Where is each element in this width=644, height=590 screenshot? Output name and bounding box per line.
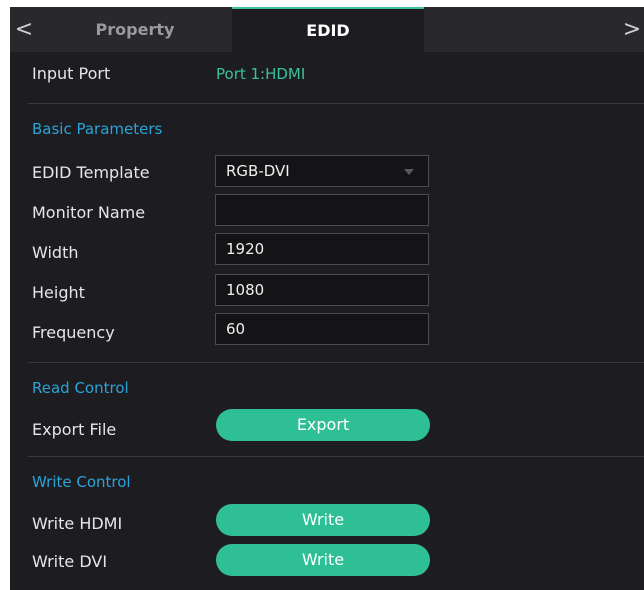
- write-hdmi-button[interactable]: Write: [216, 504, 430, 536]
- input-port-value: Port 1:HDMI: [216, 65, 306, 83]
- edid-template-label: EDID Template: [32, 163, 150, 182]
- tab-edid[interactable]: EDID: [232, 7, 424, 52]
- edid-template-select[interactable]: RGB-DVI: [215, 155, 429, 187]
- width-label: Width: [32, 243, 79, 262]
- edid-panel: < Property EDID > Input Port Port 1:HDMI…: [10, 7, 644, 590]
- divider: [28, 362, 644, 363]
- tab-bar: < Property EDID >: [10, 7, 644, 52]
- basic-parameters-heading: Basic Parameters: [32, 120, 163, 138]
- height-label: Height: [32, 283, 85, 302]
- export-file-label: Export File: [32, 420, 117, 439]
- width-field[interactable]: 1920: [215, 233, 429, 265]
- divider: [28, 456, 644, 457]
- write-dvi-label: Write DVI: [32, 552, 108, 571]
- edid-template-value: RGB-DVI: [226, 162, 290, 180]
- monitor-name-field[interactable]: [215, 194, 429, 226]
- write-hdmi-label: Write HDMI: [32, 514, 123, 533]
- tab-property[interactable]: Property: [40, 7, 230, 52]
- write-control-heading: Write Control: [32, 473, 131, 491]
- frequency-label: Frequency: [32, 323, 115, 342]
- read-control-heading: Read Control: [32, 379, 129, 397]
- chevron-left-icon[interactable]: <: [14, 7, 34, 52]
- height-field[interactable]: 1080: [215, 274, 429, 306]
- input-port-label: Input Port: [32, 64, 111, 83]
- monitor-name-label: Monitor Name: [32, 203, 146, 222]
- export-button[interactable]: Export: [216, 409, 430, 441]
- write-dvi-button[interactable]: Write: [216, 544, 430, 576]
- chevron-down-icon: [404, 169, 414, 175]
- divider: [28, 103, 644, 104]
- chevron-right-icon[interactable]: >: [622, 7, 642, 52]
- frequency-field[interactable]: 60: [215, 313, 429, 345]
